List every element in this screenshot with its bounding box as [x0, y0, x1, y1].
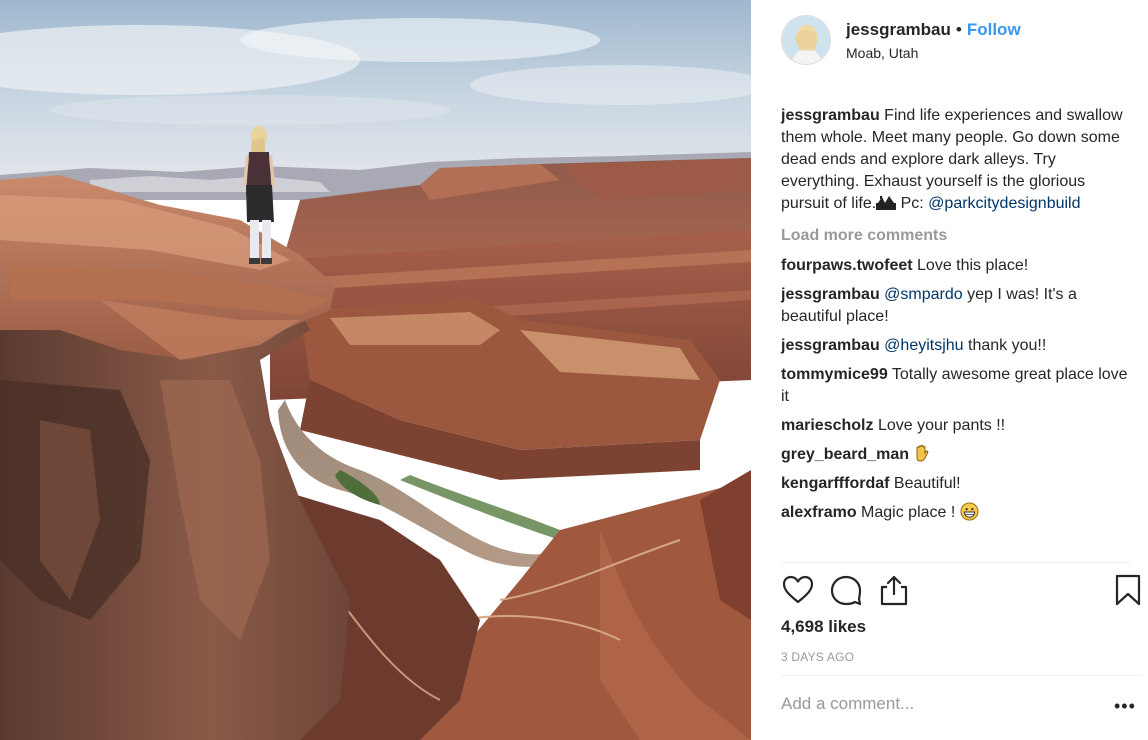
separator-dot: •	[955, 20, 962, 39]
divider	[781, 675, 1141, 676]
comment-item: jessgrambau @smpardo yep I was! It's a b…	[781, 284, 1131, 328]
comment-item: jessgrambau @heyitsjhu thank you!!	[781, 335, 1131, 357]
save-button[interactable]	[1111, 572, 1145, 608]
comment-author[interactable]: alexframo	[781, 504, 857, 521]
comment-author[interactable]: jessgrambau	[781, 286, 880, 303]
comment-item: mariescholz Love your pants !!	[781, 415, 1131, 437]
post-photo[interactable]	[0, 0, 751, 740]
caption-author[interactable]: jessgrambau	[781, 107, 880, 124]
post-header: jessgrambau • Follow Moab, Utah	[781, 15, 1131, 67]
load-more-comments-button[interactable]: Load more comments	[781, 225, 1131, 247]
add-comment-input[interactable]	[781, 694, 1081, 714]
comment-mention[interactable]: @heyitsjhu	[884, 337, 963, 354]
heart-icon	[782, 575, 814, 604]
grinning-face-icon	[960, 502, 979, 521]
comment-item: fourpaws.twofeet Love this place!	[781, 255, 1131, 277]
national-park-icon	[876, 196, 897, 210]
raised-hand-icon	[916, 444, 928, 462]
location-link[interactable]: Moab, Utah	[846, 45, 918, 61]
caption-mention[interactable]: @parkcitydesignbuild	[928, 195, 1080, 212]
username-link[interactable]: jessgrambau	[846, 20, 951, 39]
comment-text: Beautiful!	[893, 475, 961, 492]
comments-list: jessgrambau Find life experiences and sw…	[781, 105, 1131, 531]
comment-author[interactable]: kengarfffordaf	[781, 475, 889, 492]
comment-text: Love your pants !!	[877, 417, 1006, 434]
comment-author[interactable]: mariescholz	[781, 417, 873, 434]
divider	[781, 562, 1131, 563]
comment-author[interactable]: grey_beard_man	[781, 446, 909, 463]
comment-button[interactable]	[829, 572, 863, 608]
comment-mention[interactable]: @smpardo	[884, 286, 963, 303]
comment-author[interactable]: tommymice99	[781, 366, 888, 383]
comment-item: kengarfffordaf Beautiful!	[781, 473, 1131, 495]
comment-item: alexframo Magic place !	[781, 502, 1131, 524]
post-side-panel: jessgrambau • Follow Moab, Utah jessgramba…	[751, 0, 1148, 740]
follow-button[interactable]: Follow	[967, 20, 1021, 39]
share-button[interactable]	[877, 572, 911, 608]
bookmark-icon	[1115, 574, 1141, 606]
like-button[interactable]	[781, 572, 815, 608]
comment-item: grey_beard_man	[781, 444, 1131, 466]
likes-count[interactable]: 4,698 likes	[781, 617, 866, 637]
comment-author[interactable]: fourpaws.twofeet	[781, 257, 913, 274]
comment-author[interactable]: jessgrambau	[781, 337, 880, 354]
post-timestamp[interactable]: 3 DAYS AGO	[781, 650, 854, 664]
comment-text: thank you!!	[968, 337, 1047, 354]
comment-text: Love this place!	[917, 257, 1029, 274]
share-icon	[880, 575, 908, 606]
comment-item: tommymice99 Totally awesome great place …	[781, 364, 1131, 408]
more-options-button[interactable]: •••	[1114, 697, 1136, 715]
caption-suffix: Pc:	[896, 195, 929, 212]
post-actions	[781, 572, 1141, 612]
comment-icon	[830, 575, 862, 606]
comment-text: Magic place !	[861, 504, 956, 521]
post-caption: jessgrambau Find life experiences and sw…	[781, 105, 1131, 215]
avatar[interactable]	[781, 15, 831, 65]
